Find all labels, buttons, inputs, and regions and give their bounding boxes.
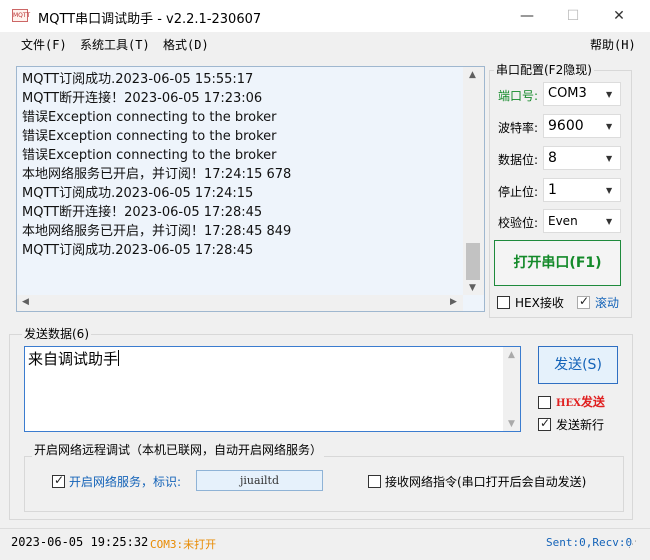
menu-format[interactable]: 格式(D) <box>163 36 209 53</box>
status-port: COM3:未打开 <box>150 538 217 551</box>
send-newline-label: 发送新行 <box>556 418 605 432</box>
scroll-right-icon[interactable]: ▶ <box>450 297 457 307</box>
databits-label: 数据位: <box>498 153 539 167</box>
chevron-down-icon: ▼ <box>606 154 613 163</box>
close-button[interactable]: ✕ <box>596 0 642 32</box>
receive-log: MQTT订阅成功.2023-06-05 15:55:17 MQTT断开连接！20… <box>22 70 462 260</box>
scroll-down-icon[interactable]: ▼ <box>508 419 515 429</box>
menu-help[interactable]: 帮助(H) <box>590 36 636 53</box>
resize-grip-icon[interactable]: ⋰ <box>628 540 637 550</box>
scroll-left-icon[interactable]: ◀ <box>22 297 29 307</box>
scroll-up-icon[interactable]: ▲ <box>469 70 476 80</box>
enable-network-label: 开启网络服务，标识: <box>69 475 182 489</box>
log-line: MQTT断开连接！2023-06-05 17:23:06 <box>22 91 263 106</box>
window-title: MQTT串口调试助手 - v2.2.1-230607 <box>38 12 262 27</box>
enable-network-checkbox[interactable] <box>52 473 65 488</box>
send-text: 来自调试助手 <box>28 350 120 368</box>
stopbits-label: 停止位: <box>498 185 539 199</box>
chevron-down-icon: ▼ <box>606 186 613 195</box>
menu-file[interactable]: 文件(F) <box>21 36 67 53</box>
log-line: 本地网络服务已开启，并订阅！17:28:45 849 <box>22 224 292 239</box>
scrollbar-thumb[interactable] <box>466 243 480 280</box>
hex-receive-checkbox[interactable] <box>497 296 510 309</box>
log-line: 本地网络服务已开启，并订阅！17:24:15 678 <box>22 167 292 182</box>
stopbits-value: 1 <box>548 182 557 198</box>
log-line: 错误Exception connecting to the broker <box>22 129 277 144</box>
log-line: MQTT订阅成功.2023-06-05 17:28:45 <box>22 243 254 258</box>
hex-send-label: HEX发送 <box>556 395 605 409</box>
log-line: 错误Exception connecting to the broker <box>22 110 277 125</box>
send-title: 发送数据(6) <box>22 325 91 342</box>
chevron-down-icon: ▼ <box>606 122 613 131</box>
parity-value: Even <box>548 214 578 228</box>
status-datetime: 2023-06-05 19:25:32 <box>11 535 149 549</box>
parity-label: 校验位: <box>498 216 539 230</box>
port-value: COM3 <box>548 86 587 101</box>
scroll-label: 滚动 <box>595 296 620 310</box>
send-button[interactable]: 发送(S) <box>538 346 618 384</box>
scroll-up-icon[interactable]: ▲ <box>508 350 515 360</box>
status-counters: Sent:0,Recv:0 <box>546 536 633 549</box>
maximize-button[interactable]: ☐ <box>550 0 596 32</box>
open-port-button[interactable]: 打开串口(F1) <box>494 240 621 286</box>
chevron-down-icon: ▼ <box>606 217 613 226</box>
log-line: MQTT订阅成功.2023-06-05 15:55:17 <box>22 72 254 87</box>
baud-value: 9600 <box>548 118 584 134</box>
databits-value: 8 <box>548 150 557 166</box>
log-line: 错误Exception connecting to the broker <box>22 148 277 163</box>
port-label: 端口号: <box>498 89 539 103</box>
network-identifier-field[interactable]: jiuailtd <box>196 470 323 491</box>
chevron-down-icon: ▼ <box>606 90 613 99</box>
send-newline-checkbox[interactable] <box>538 416 551 431</box>
hex-send-checkbox[interactable] <box>538 396 551 409</box>
scroll-checkbox[interactable] <box>577 294 590 309</box>
serial-config-title: 串口配置(F2隐现) <box>494 61 594 78</box>
receive-network-cmd-label: 接收网络指令(串口打开后会自动发送) <box>385 475 587 489</box>
minimize-button[interactable]: — <box>504 0 550 32</box>
receive-network-cmd-checkbox[interactable] <box>368 475 381 488</box>
hex-receive-label: HEX接收 <box>515 296 564 310</box>
baud-label: 波特率: <box>498 121 539 135</box>
receive-horizontal-scrollbar[interactable] <box>17 295 463 311</box>
menu-system-tools[interactable]: 系统工具(T) <box>80 36 150 53</box>
network-title: 开启网络远程调试（本机已联网，自动开启网络服务） <box>32 441 325 458</box>
app-icon: MQTT <box>12 9 30 22</box>
scroll-down-icon[interactable]: ▼ <box>469 283 476 293</box>
log-line: MQTT订阅成功.2023-06-05 17:24:15 <box>22 186 254 201</box>
log-line: MQTT断开连接！2023-06-05 17:28:45 <box>22 205 263 220</box>
